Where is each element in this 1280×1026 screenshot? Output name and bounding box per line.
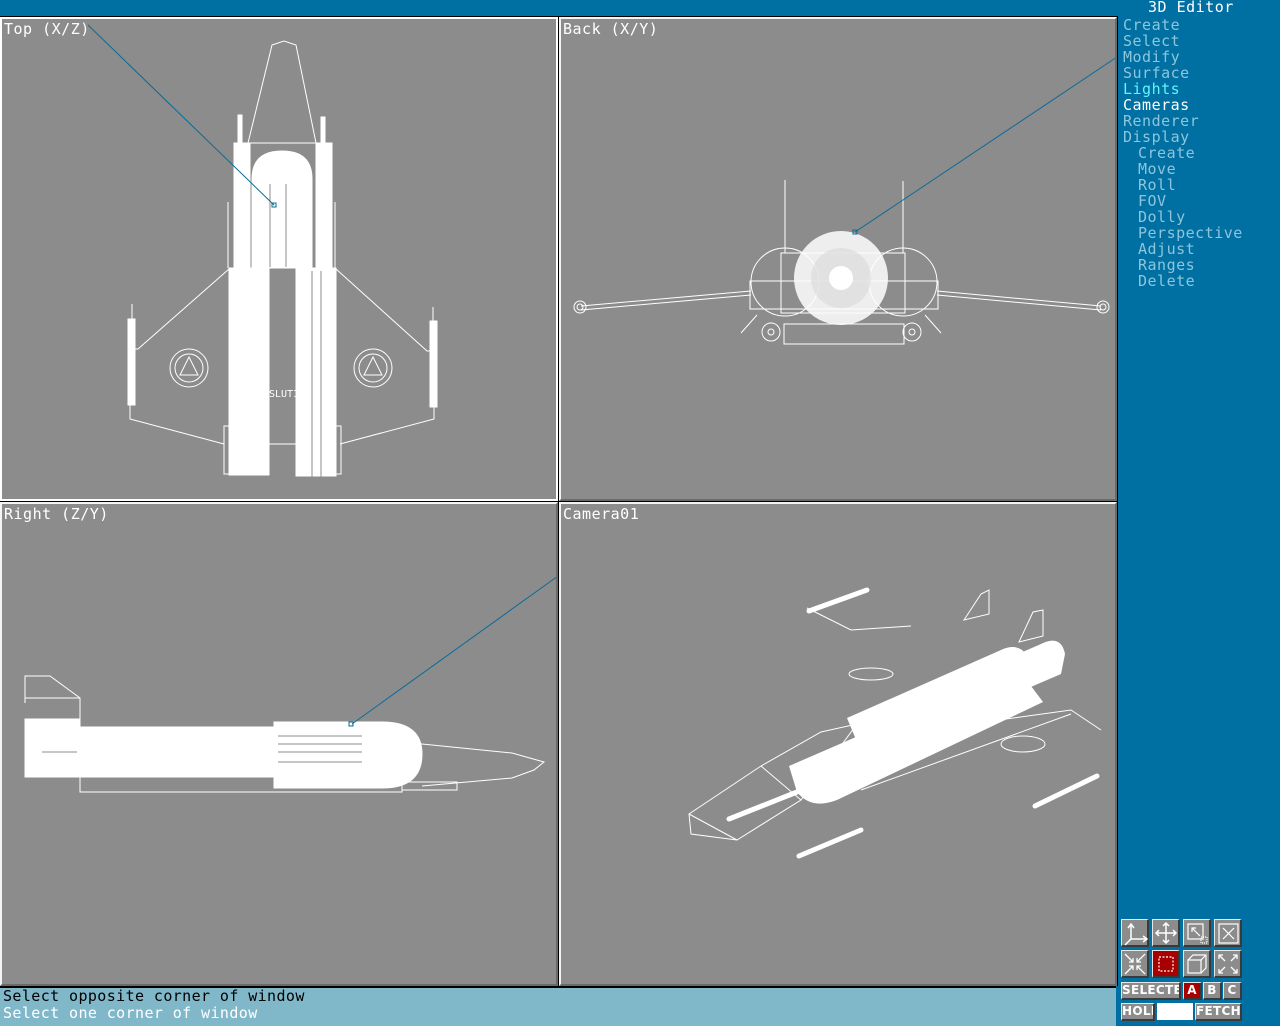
full-screen-toggle-icon [1218,923,1239,944]
app-title: 3D Editor [1148,0,1234,16]
submenu-perspective[interactable]: Perspective [1123,225,1243,241]
status-prompt-current: Select opposite corner of window [3,987,305,1005]
submenu-dolly[interactable]: Dolly [1123,209,1243,225]
title-bar [0,0,1280,16]
zoom-window-button[interactable] [1183,919,1211,947]
viewport-label: Back (X/Y) [563,20,659,38]
viewport-camera[interactable]: Camera01 [559,502,1117,986]
menu-display[interactable]: Display [1123,129,1243,145]
menu-select[interactable]: Select [1123,33,1243,49]
hold-button[interactable]: HOLD [1121,1003,1155,1021]
full-screen-toggle-button[interactable] [1214,919,1242,947]
zoom-out-button[interactable] [1121,950,1149,978]
submenu-adjust[interactable]: Adjust [1123,241,1243,257]
selection-set-b[interactable]: B [1203,982,1222,1000]
pan-icon [1154,921,1178,945]
menu-renderer[interactable]: Renderer [1123,113,1243,129]
axis-constraint-icon [1124,922,1149,946]
zoom-window-icon [1187,923,1208,944]
right-view-wireframe [24,576,556,793]
zoom-out-icon [1124,953,1146,975]
menu-lights[interactable]: Lights [1123,81,1243,97]
submenu-delete[interactable]: Delete [1123,273,1243,289]
menu-surface[interactable]: Surface [1123,65,1243,81]
command-menu: Create Select Modify Surface Lights Came… [1123,17,1243,289]
box-view-button[interactable] [1183,950,1211,978]
submenu-ranges[interactable]: Ranges [1123,257,1243,273]
viewport-label: Camera01 [563,505,640,523]
top-view-wireframe: SLUTI [87,24,438,477]
submenu-move[interactable]: Move [1123,161,1243,177]
fetch-button[interactable]: FETCH [1195,1003,1242,1021]
pan-button[interactable] [1152,919,1180,947]
zoom-extents-button[interactable] [1214,950,1242,978]
selected-button[interactable]: SELECTED [1121,982,1181,1000]
menu-cameras[interactable]: Cameras [1123,97,1243,113]
back-view-wireframe [573,57,1115,345]
svg-text:SLUTI: SLUTI [269,389,299,400]
submenu-create[interactable]: Create [1123,145,1243,161]
menu-modify[interactable]: Modify [1123,49,1243,65]
submenu-roll[interactable]: Roll [1123,177,1243,193]
viewport-right[interactable]: Right (Z/Y) [0,502,558,986]
submenu-fov[interactable]: FOV [1123,193,1243,209]
status-bar: Select opposite corner of window Select … [0,986,1116,1026]
status-prompt-previous: Select one corner of window [3,1004,258,1022]
box-view-icon [1187,954,1207,974]
viewport-back[interactable]: Back (X/Y) [559,17,1117,501]
camera-view-wireframe [688,587,1102,859]
selection-set-c[interactable]: C [1223,982,1242,1000]
zoom-extents-icon [1218,954,1238,974]
viewport-label: Right (Z/Y) [4,505,109,523]
axis-constraint-button[interactable] [1121,919,1149,947]
viewport-top[interactable]: Top (X/Z) SLUTI [0,17,558,501]
region-select-button[interactable] [1152,950,1180,978]
viewport-label: Top (X/Z) [4,20,90,38]
hold-indicator [1157,1003,1193,1020]
region-select-icon [1158,956,1174,972]
selection-set-a[interactable]: A [1183,982,1202,1000]
viewport-area: Top (X/Z) SLUTI Back (X/Y) Right (Z/Y) C… [0,16,1118,986]
menu-create[interactable]: Create [1123,17,1243,33]
